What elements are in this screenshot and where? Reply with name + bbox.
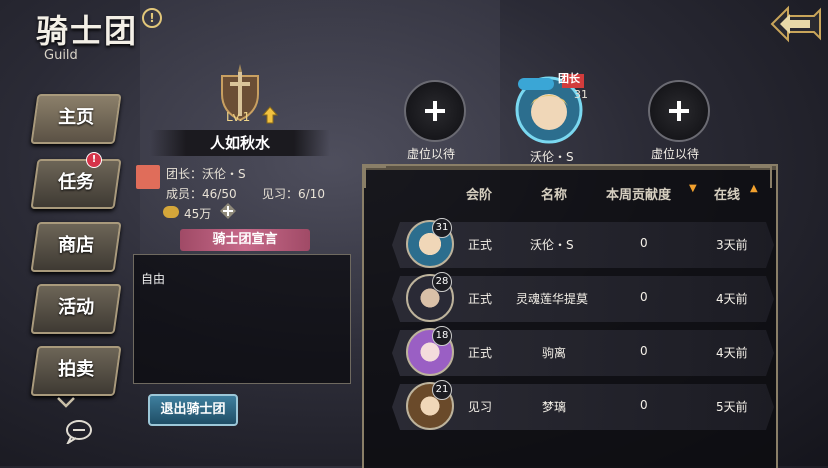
- sidebar-item-home[interactable]: 主页: [30, 94, 122, 144]
- leader-name: 沃伦・S: [530, 150, 574, 164]
- add-funds-icon[interactable]: [220, 203, 236, 219]
- page-subtitle: Guild: [44, 48, 78, 63]
- member-level: 31: [432, 218, 452, 238]
- member-contribution: 0: [640, 290, 648, 304]
- sidebar-item-shop[interactable]: 商店: [30, 222, 122, 272]
- member-rank: 见习: [468, 400, 493, 414]
- table-row[interactable]: 31 正式 沃伦・S 0 3天前: [392, 218, 774, 268]
- member-name: 灵魂莲华提莫: [516, 292, 589, 306]
- chat-bubble-icon[interactable]: [64, 418, 94, 444]
- exit-guild-button[interactable]: 退出骑士团: [148, 394, 238, 426]
- guild-trainees: 见习：6/10: [262, 187, 325, 201]
- notification-badge: !: [86, 152, 102, 168]
- sidebar-item-label: 活动: [58, 297, 95, 318]
- member-rank: 正式: [468, 238, 493, 252]
- header-online[interactable]: 在线: [714, 184, 740, 203]
- member-online: 4天前: [716, 346, 748, 360]
- member-name: 梦璃: [542, 400, 567, 414]
- member-online: 5天前: [716, 400, 748, 414]
- member-name: 驹离: [542, 346, 567, 360]
- leader-level: 31: [574, 88, 588, 101]
- guild-level: Lv.1: [226, 110, 251, 124]
- sort-arrow-icon[interactable]: ▲: [750, 183, 758, 194]
- guild-leader-avatar: [136, 165, 160, 189]
- member-contribution: 0: [640, 344, 648, 358]
- panel-corner-ornament: [364, 166, 386, 188]
- member-level: 28: [432, 272, 452, 292]
- sidebar-item-auction[interactable]: 拍卖: [30, 346, 122, 396]
- member-online: 4天前: [716, 292, 748, 306]
- sidebar-item-events[interactable]: 活动: [30, 284, 122, 334]
- sort-arrow-icon[interactable]: ▼: [689, 183, 697, 194]
- level-up-arrow-icon[interactable]: [262, 106, 278, 124]
- declaration-text: 自由: [141, 272, 166, 286]
- sidebar-item-label: 拍卖: [58, 359, 95, 380]
- guild-name: 人如秋水: [150, 130, 330, 156]
- header-contribution[interactable]: 本周贡献度: [606, 184, 671, 203]
- member-online: 3天前: [716, 238, 748, 252]
- guild-leader: 团长：沃伦・S: [166, 167, 246, 181]
- info-alert-icon[interactable]: !: [142, 8, 162, 28]
- member-level: 21: [432, 380, 452, 400]
- guild-funds: 45万: [184, 207, 212, 221]
- empty-slot-right[interactable]: [648, 80, 710, 142]
- header-name[interactable]: 名称: [541, 184, 567, 203]
- member-contribution: 0: [640, 236, 648, 250]
- table-row[interactable]: 28 正式 灵魂莲华提莫 0 4天前: [392, 272, 774, 322]
- back-arrow-icon[interactable]: [770, 4, 822, 44]
- member-rank: 正式: [468, 346, 493, 360]
- empty-slot-label: 虚位以待: [407, 147, 456, 161]
- sidebar-item-label: 主页: [58, 107, 95, 128]
- coin-icon: [163, 206, 179, 218]
- guild-members: 成员：46/50: [166, 187, 237, 201]
- member-level: 18: [432, 326, 452, 346]
- member-rank: 正式: [468, 292, 493, 306]
- add-plus-icon: [669, 101, 689, 121]
- leader-tag: 团长: [558, 72, 580, 85]
- chevron-down-icon[interactable]: [56, 396, 76, 408]
- member-contribution: 0: [640, 398, 648, 412]
- empty-slot-left[interactable]: [404, 80, 466, 142]
- table-row[interactable]: 18 正式 驹离 0 4天前: [392, 326, 774, 376]
- declaration-box: [133, 254, 351, 384]
- sidebar-item-tasks[interactable]: 任务: [30, 159, 122, 209]
- member-name: 沃伦・S: [530, 238, 574, 252]
- add-plus-icon: [425, 101, 445, 121]
- table-row[interactable]: 21 见习 梦璃 0 5天前: [392, 380, 774, 430]
- sidebar-item-label: 商店: [58, 235, 95, 256]
- sidebar-item-label: 任务: [58, 172, 95, 193]
- panel-top-border: [364, 166, 776, 170]
- page-title: 骑士团: [36, 12, 139, 50]
- empty-slot-label: 虚位以待: [651, 147, 700, 161]
- header-rank[interactable]: 会阶: [466, 184, 492, 203]
- declaration-title: 骑士团宣言: [180, 229, 310, 251]
